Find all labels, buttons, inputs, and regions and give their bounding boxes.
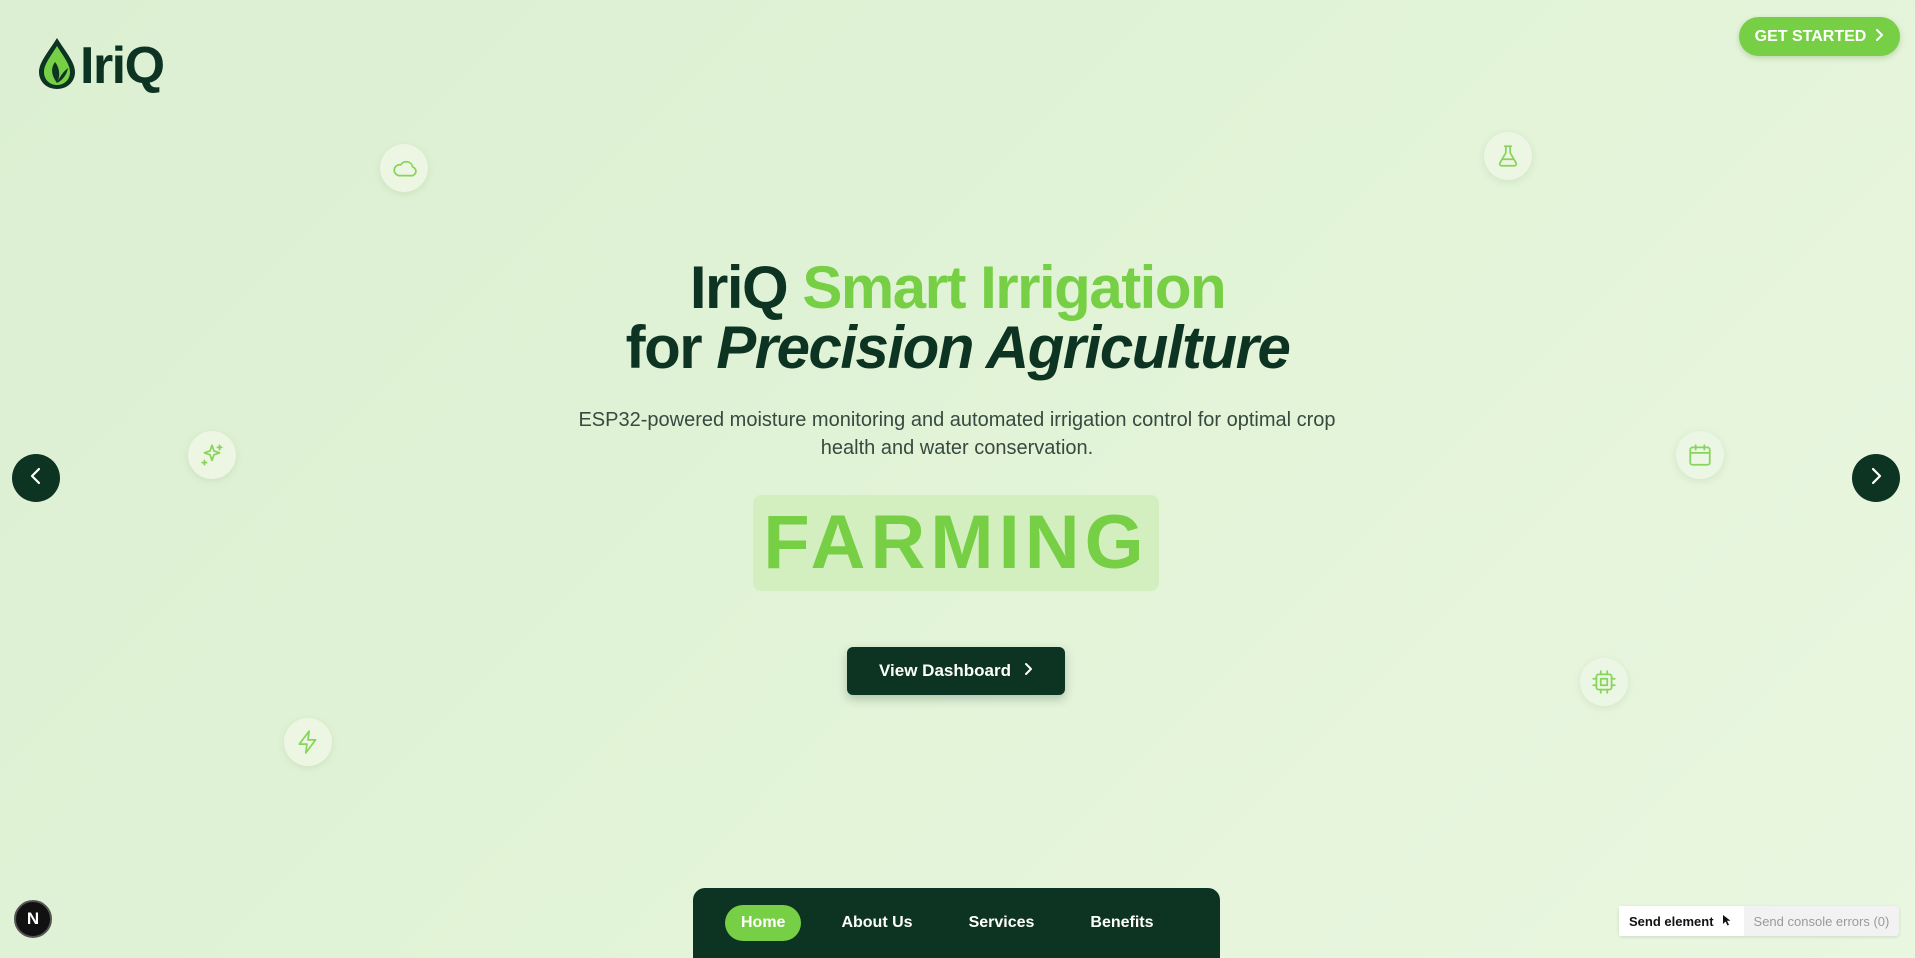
- nextjs-dev-badge[interactable]: N: [14, 900, 52, 938]
- zap-icon: [284, 718, 332, 766]
- chevron-left-icon: [29, 467, 43, 490]
- get-started-button[interactable]: GET STARTED: [1739, 17, 1900, 56]
- nav-item-services[interactable]: Services: [953, 905, 1051, 941]
- chevron-right-icon: [1869, 467, 1883, 490]
- brand-name: IriQ: [80, 36, 165, 95]
- carousel-prev-button[interactable]: [12, 454, 60, 502]
- hero-title-highlight: Smart Irrigation: [802, 254, 1226, 321]
- rotating-word-box: FARMING: [753, 495, 1159, 591]
- send-console-errors-button[interactable]: Send console errors (0): [1744, 906, 1900, 936]
- nextjs-badge-letter: N: [26, 909, 40, 928]
- nav-item-benefits[interactable]: Benefits: [1074, 905, 1169, 941]
- chevron-right-icon: [1023, 661, 1033, 681]
- send-element-button[interactable]: Send element: [1619, 906, 1744, 936]
- hero-subtitle: ESP32-powered moisture monitoring and au…: [578, 409, 1336, 459]
- view-dashboard-button[interactable]: View Dashboard: [847, 647, 1065, 695]
- send-element-label: Send element: [1629, 913, 1714, 929]
- flask-icon: [1484, 132, 1532, 180]
- nav-item-about-us[interactable]: About Us: [825, 905, 928, 941]
- get-started-label: GET STARTED: [1754, 27, 1867, 45]
- hero-title-for: for: [625, 314, 703, 381]
- pointer-icon: [1720, 913, 1734, 930]
- hero-title: IriQ Smart Irrigation for Precision Agri…: [0, 258, 1915, 378]
- brand-logo[interactable]: IriQ: [36, 36, 165, 95]
- cloud-icon: [380, 144, 428, 192]
- dev-toolbar: Send element Send console errors (0): [1619, 906, 1900, 936]
- rotating-word: FARMING: [763, 500, 1149, 585]
- hero-title-italic: Precision Agriculture: [716, 314, 1291, 381]
- hero-title-brand: IriQ: [689, 254, 789, 321]
- calendar-icon: [1676, 431, 1724, 479]
- cpu-icon: [1580, 658, 1628, 706]
- nav-item-home[interactable]: Home: [725, 905, 802, 941]
- bottom-nav: Home About Us Services Benefits: [693, 888, 1220, 958]
- view-dashboard-label: View Dashboard: [879, 661, 1011, 680]
- sparkles-icon: [188, 431, 236, 479]
- chevron-right-icon: [1874, 28, 1884, 46]
- carousel-next-button[interactable]: [1852, 454, 1900, 502]
- leaf-drop-icon: [36, 36, 78, 95]
